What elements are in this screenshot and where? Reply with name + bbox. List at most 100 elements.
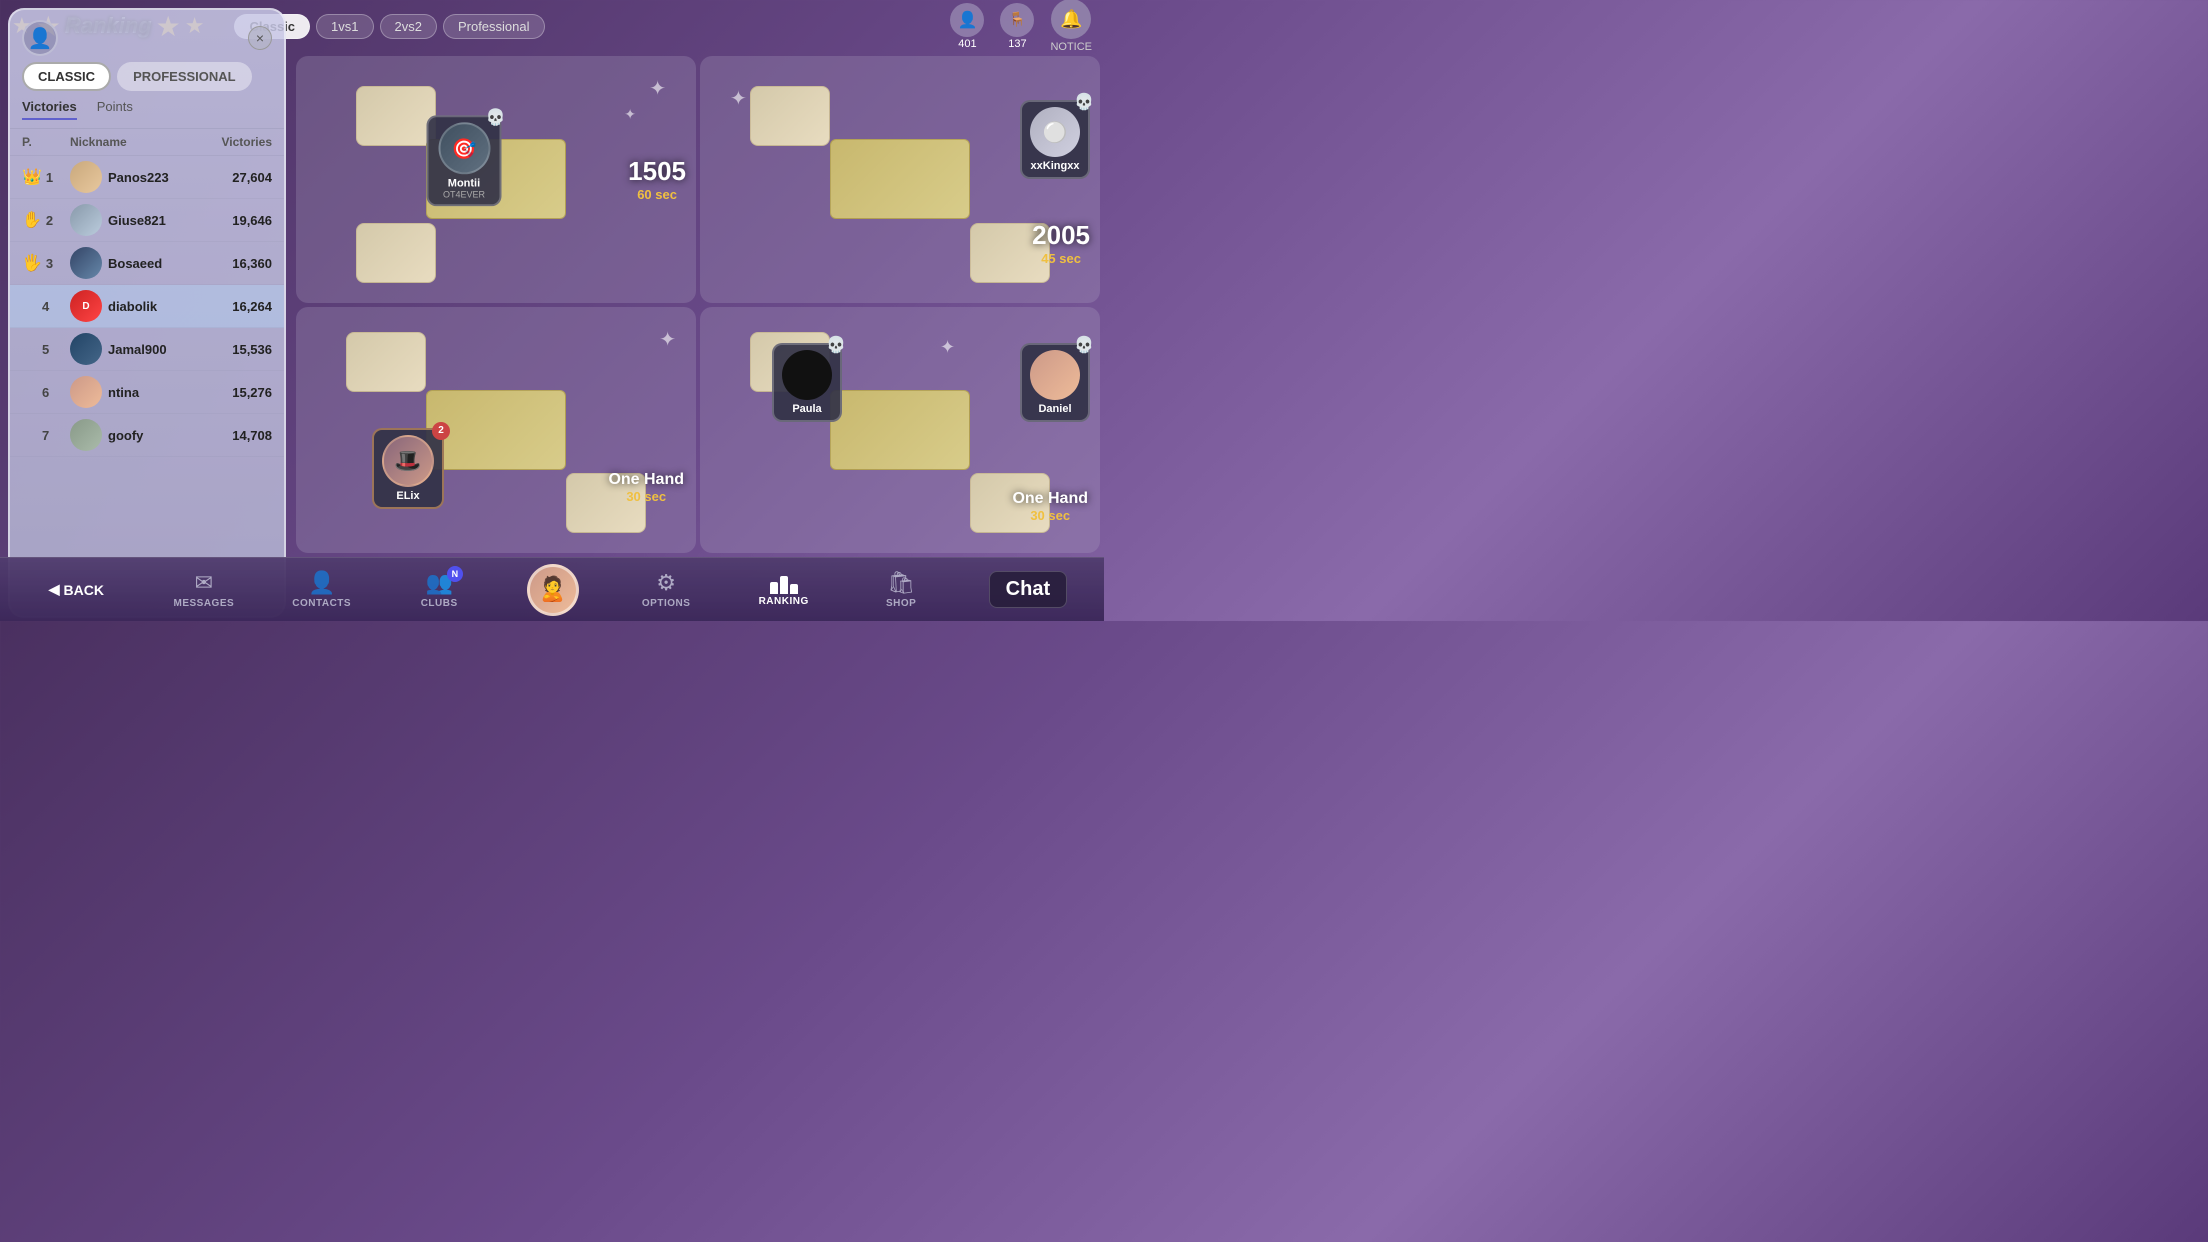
- type-area-3: One Hand 30 sec: [608, 471, 684, 504]
- game-table-4[interactable]: 💀 Paula 💀 Daniel One Hand 30 sec ✦: [700, 307, 1100, 554]
- center-avatar-button[interactable]: 🙎: [527, 564, 579, 616]
- player-card-daniel[interactable]: 💀 Daniel: [1020, 343, 1090, 422]
- friends-count: 401: [958, 38, 976, 50]
- victories-4: 16,264: [192, 299, 272, 314]
- table-surface-2: [830, 139, 970, 219]
- player-avatar-4: D: [70, 290, 102, 322]
- victories-1: 27,604: [192, 170, 272, 185]
- score-area-2: 2005 45 sec: [1032, 220, 1090, 266]
- rank-icon-1: 👑: [22, 167, 42, 187]
- player-avatar-5: [70, 333, 102, 365]
- game-table-3[interactable]: 2 🎩 ELix One Hand 30 sec ✦: [296, 307, 696, 554]
- player-card-montii[interactable]: 💀 🎯 Montii OT4EVER: [427, 116, 502, 207]
- type-4: One Hand: [1012, 490, 1088, 508]
- player-name-2: Giuse821: [108, 213, 166, 228]
- paula-name: Paula: [782, 403, 832, 415]
- rank-icon-3: 🖐: [22, 253, 42, 273]
- sort-tabs: Victories Points: [10, 99, 284, 129]
- friends-icon[interactable]: 👤 401: [950, 3, 984, 50]
- skull-icon: 💀: [826, 335, 846, 355]
- rank-number-6: 6: [42, 385, 49, 400]
- player-name-3: Bosaeed: [108, 256, 162, 271]
- tab-1vs1[interactable]: 1vs1: [316, 14, 373, 39]
- player-name-5: Jamal900: [108, 342, 167, 357]
- ranking-label: RANKING: [759, 596, 809, 607]
- clubs-badge: N: [447, 566, 463, 582]
- nav-contacts[interactable]: 👤 CONTACTS: [292, 570, 352, 609]
- player-name-1: Panos223: [108, 170, 169, 185]
- player-card-xxkingxx[interactable]: 💀 ⚪ xxKingxx: [1020, 100, 1090, 179]
- options-label: OPTIONS: [642, 598, 691, 609]
- nav-options[interactable]: ⚙ OPTIONS: [636, 570, 696, 609]
- player-row[interactable]: 4 D diabolik 16,264: [10, 285, 284, 328]
- panel-tabs: CLASSIC PROFESSIONAL: [10, 62, 284, 99]
- nav-clubs[interactable]: 👥 N CLUBS: [409, 570, 469, 609]
- tables-icon[interactable]: 🪑 137: [1000, 3, 1034, 50]
- chat-button[interactable]: Chat: [989, 571, 1067, 608]
- contacts-icon: 👤: [308, 570, 335, 596]
- daniel-avatar: [1030, 350, 1080, 400]
- game-table-2[interactable]: 💀 ⚪ xxKingxx 2005 45 sec ✦: [700, 56, 1100, 303]
- sort-points[interactable]: Points: [97, 99, 133, 120]
- skull-icon: 💀: [486, 108, 506, 128]
- skull-icon: 💀: [1074, 92, 1094, 112]
- podium-bar-3: [790, 584, 798, 594]
- rank-icon-2: ✋: [22, 210, 42, 230]
- victories-2: 19,646: [192, 213, 272, 228]
- podium-bar-1: [770, 582, 778, 594]
- col-nickname: Nickname: [70, 135, 192, 149]
- game-table-1[interactable]: 💀 🎯 Montii OT4EVER 1505 60 sec ✦ ✦: [296, 56, 696, 303]
- daniel-name: Daniel: [1030, 403, 1080, 415]
- elix-name: ELix: [382, 490, 434, 502]
- tab-professional[interactable]: Professional: [443, 14, 545, 39]
- ranking-panel: 👤 × CLASSIC PROFESSIONAL Victories Point…: [8, 8, 286, 618]
- player-avatar-3: [70, 247, 102, 279]
- chair-top-3: [346, 332, 426, 392]
- sort-victories[interactable]: Victories: [22, 99, 77, 120]
- montii-sub: OT4EVER: [437, 190, 492, 200]
- time-4: 30 sec: [1012, 508, 1088, 523]
- player-card-paula[interactable]: 💀 Paula: [772, 343, 842, 422]
- paula-avatar: [782, 350, 832, 400]
- player-row[interactable]: 🖐 3 Bosaeed 16,360: [10, 242, 284, 285]
- time-2: 45 sec: [1032, 251, 1090, 266]
- time-3: 30 sec: [608, 489, 684, 504]
- notice-label: NOTICE: [1050, 41, 1092, 53]
- notice-button[interactable]: 🔔 NOTICE: [1050, 0, 1092, 53]
- tab-classic-panel[interactable]: CLASSIC: [22, 62, 111, 91]
- player-row[interactable]: ✋ 2 Giuse821 19,646: [10, 199, 284, 242]
- player-card-elix[interactable]: 2 🎩 ELix: [372, 428, 444, 509]
- nav-ranking[interactable]: RANKING: [754, 572, 814, 607]
- user-avatar[interactable]: 👤: [22, 20, 58, 56]
- sparkle-icon: ✦: [730, 86, 747, 111]
- shop-icon: 🛍: [887, 570, 915, 596]
- player-row[interactable]: 6 ntina 15,276: [10, 371, 284, 414]
- chair-top-2: [750, 86, 830, 146]
- bottom-nav: ◀ BACK ✉ MESSAGES 👤 CONTACTS 👥 N CLUBS 🙎…: [0, 557, 1104, 621]
- col-victories: Victories: [192, 135, 272, 149]
- player-row[interactable]: 5 Jamal900 15,536: [10, 328, 284, 371]
- rank-number-3: 3: [46, 256, 53, 271]
- player-row[interactable]: 7 goofy 14,708: [10, 414, 284, 457]
- nav-messages[interactable]: ✉ MESSAGES: [173, 570, 234, 609]
- player-name-7: goofy: [108, 428, 143, 443]
- player-row[interactable]: 👑 1 Panos223 27,604: [10, 156, 284, 199]
- nav-shop[interactable]: 🛍 SHOP: [871, 570, 931, 609]
- podium-bar-2: [780, 576, 788, 594]
- tab-professional-panel[interactable]: PROFESSIONAL: [117, 62, 252, 91]
- rank-number-7: 7: [42, 428, 49, 443]
- sparkle-icon: ✦: [624, 106, 636, 123]
- player-name-6: ntina: [108, 385, 139, 400]
- back-arrow-icon: ◀: [49, 581, 60, 598]
- table-surface-4: [830, 390, 970, 470]
- close-button[interactable]: ×: [248, 26, 272, 50]
- rank-number-2: 2: [46, 213, 53, 228]
- victories-7: 14,708: [192, 428, 272, 443]
- xxkingxx-avatar: ⚪: [1030, 107, 1080, 157]
- tables-area: 💀 🎯 Montii OT4EVER 1505 60 sec ✦ ✦ 💀 ⚪ x…: [292, 52, 1104, 557]
- shop-label: SHOP: [886, 598, 916, 609]
- back-button[interactable]: ◀ BACK: [37, 575, 116, 604]
- ranking-nav-icon: [770, 572, 798, 594]
- tab-2vs2[interactable]: 2vs2: [380, 14, 437, 39]
- top-right-icons: 👤 401 🪑 137 🔔 NOTICE: [950, 0, 1092, 53]
